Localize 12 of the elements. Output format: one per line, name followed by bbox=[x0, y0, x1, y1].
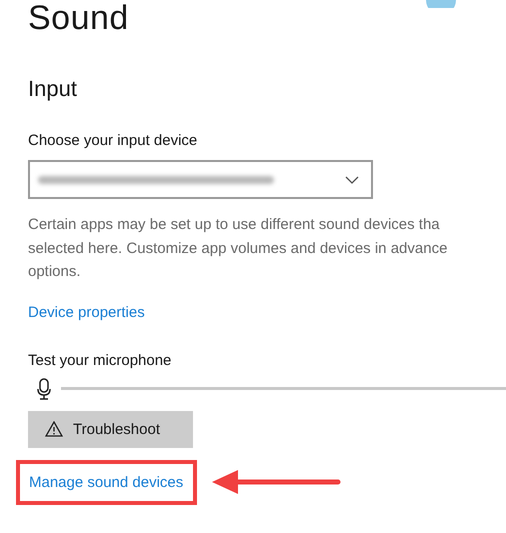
device-properties-link[interactable]: Device properties bbox=[28, 302, 145, 322]
field-label: Test your microphone bbox=[28, 350, 172, 370]
page-title: Sound bbox=[28, 0, 129, 36]
section-heading: Input bbox=[28, 76, 77, 102]
chevron-down-icon bbox=[345, 176, 359, 184]
manage-sound-devices-link[interactable]: Manage sound devices bbox=[29, 472, 184, 492]
field-label: Choose your input device bbox=[28, 131, 198, 151]
microphone-icon bbox=[37, 378, 51, 400]
troubleshoot-button[interactable]: Troubleshoot bbox=[28, 410, 193, 448]
warning-icon bbox=[45, 421, 63, 437]
device-dropdown[interactable] bbox=[28, 160, 373, 199]
description-text: Certain apps may be set up to use different sound devices tha selected here. Customize app volumes and devices in advance options. bbox=[28, 215, 448, 282]
